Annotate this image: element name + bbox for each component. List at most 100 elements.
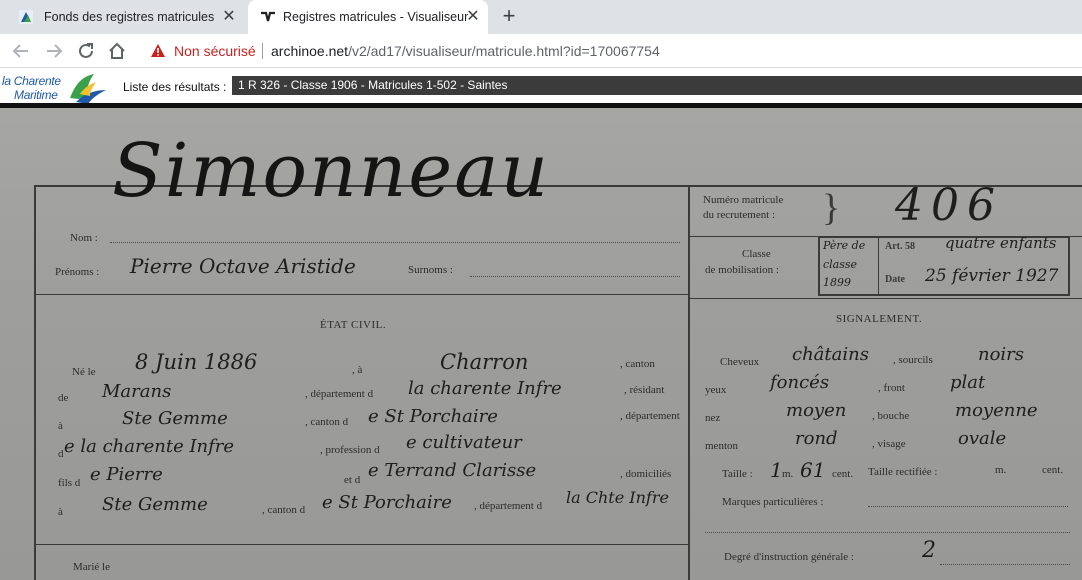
departement2-value: e la charente Infre bbox=[64, 436, 235, 457]
taille-rectifiee-m: m. bbox=[995, 464, 1007, 476]
back-icon[interactable] bbox=[10, 40, 32, 62]
frame-middle-line bbox=[688, 185, 690, 580]
domicile-value: Ste Gemme bbox=[102, 494, 208, 515]
document-viewer[interactable]: Simonneau Nom : Prénoms : Pierre Octave … bbox=[0, 108, 1082, 580]
browser-toolbar: Non sécurisé archinoe.net/v2/ad17/visual… bbox=[0, 34, 1082, 68]
frame-left-line bbox=[34, 185, 36, 580]
a3-label: à bbox=[58, 506, 63, 518]
canton3-value: e St Porchaire bbox=[322, 492, 452, 513]
canton3-label: , canton d bbox=[262, 504, 306, 516]
a2-label: à bbox=[58, 420, 63, 432]
degre-label: Degré d'instruction générale : bbox=[724, 551, 854, 563]
reload-icon[interactable] bbox=[75, 40, 97, 62]
tab-fonds-registres[interactable]: Fonds des registres matricules ✕ bbox=[0, 0, 244, 34]
tab-title: Fonds des registres matricules bbox=[44, 10, 215, 24]
warning-icon[interactable] bbox=[150, 43, 166, 59]
logo-bird-icon bbox=[70, 74, 106, 104]
forward-icon[interactable] bbox=[43, 40, 65, 62]
ne-le-value: 8 Juin 1886 bbox=[135, 350, 258, 374]
url-path: /v2/ad17/visualiseur/matricule.html?id=1… bbox=[348, 43, 660, 59]
classe-label-line1: Classe bbox=[742, 248, 771, 260]
menton-label: menton bbox=[705, 440, 738, 452]
taille-rectifiee-label: Taille rectifiée : bbox=[868, 466, 938, 478]
sourcils-label: , sourcils bbox=[893, 354, 933, 366]
numero-label-line2: du recrutement : bbox=[703, 209, 776, 221]
departement-label: , département d bbox=[305, 388, 374, 400]
menton-value: rond bbox=[795, 428, 838, 449]
departement-value: la charente Infre bbox=[408, 378, 562, 399]
name-value: Simonneau bbox=[112, 128, 550, 214]
nom-dotted-line bbox=[110, 242, 680, 243]
taille-rectifiee-cm: cent. bbox=[1042, 464, 1064, 476]
bouche-label: , bouche bbox=[872, 410, 910, 422]
numero-brace: } bbox=[822, 187, 841, 229]
frame-name-divider bbox=[36, 294, 688, 295]
canton-value: Marans bbox=[102, 381, 172, 402]
site-logo[interactable]: la Charente Maritime bbox=[2, 72, 110, 106]
marques-dotted-line bbox=[868, 506, 1068, 507]
results-label: Liste des résultats : bbox=[123, 80, 227, 94]
taille-cm-value: 61 bbox=[800, 458, 826, 482]
frame-classe-divider bbox=[690, 298, 1082, 299]
stamp-date-label: Date bbox=[885, 274, 905, 285]
bouche-value: moyenne bbox=[955, 400, 1038, 421]
a-label: , à bbox=[352, 364, 363, 376]
classe-label-line2: de mobilisation : bbox=[705, 264, 779, 276]
taille-m-value: 1 bbox=[770, 458, 783, 482]
cheveux-label: Cheveux bbox=[720, 356, 760, 368]
etat-civil-title: ÉTAT CIVIL. bbox=[320, 319, 387, 331]
residant-value: Ste Gemme bbox=[122, 408, 228, 429]
front-label: , front bbox=[878, 382, 905, 394]
favicon-visualiseur-icon bbox=[260, 9, 276, 25]
residant-label: , résidant bbox=[624, 384, 665, 396]
taille-cm-unit: cent. bbox=[832, 468, 854, 480]
taille-m-unit: m. bbox=[782, 468, 794, 480]
home-icon[interactable] bbox=[106, 40, 128, 62]
profession-label: , profession d bbox=[320, 444, 380, 456]
stamp-art: Art. 58 bbox=[885, 241, 915, 252]
visage-value: ovale bbox=[958, 428, 1007, 449]
frame-marie-divider bbox=[36, 544, 688, 545]
prenoms-label: Prénoms : bbox=[55, 266, 100, 278]
address-bar[interactable]: archinoe.net/v2/ad17/visualiseur/matricu… bbox=[271, 42, 660, 60]
results-selector[interactable]: 1 R 326 - Classe 1906 - Matricules 1-502… bbox=[232, 76, 1082, 95]
visage-label: , visage bbox=[872, 438, 906, 450]
numero-label-line1: Numéro matricule bbox=[703, 194, 784, 206]
close-icon[interactable]: ✕ bbox=[220, 8, 238, 26]
stamp-divider bbox=[878, 238, 879, 294]
separator bbox=[262, 43, 263, 59]
cheveux-value: châtains bbox=[792, 344, 869, 365]
degre-value: 2 bbox=[922, 538, 936, 563]
results-value: 1 R 326 - Classe 1906 - Matricules 1-502… bbox=[238, 78, 508, 92]
site-header: la Charente Maritime Liste des résultats… bbox=[0, 68, 1082, 104]
taille-label: Taille : bbox=[722, 468, 753, 480]
surnoms-dotted-line bbox=[470, 276, 680, 277]
stamp-children: quatre enfants bbox=[945, 234, 1057, 252]
new-tab-icon[interactable]: + bbox=[498, 5, 520, 28]
yeux-label: yeux bbox=[705, 384, 727, 396]
sourcils-value: noirs bbox=[978, 344, 1025, 365]
stamp-line3: 1899 bbox=[823, 276, 851, 289]
nez-value: moyen bbox=[786, 400, 847, 421]
prenoms-value: Pierre Octave Aristide bbox=[130, 254, 356, 278]
father-value: e Pierre bbox=[90, 464, 163, 485]
close-icon[interactable]: ✕ bbox=[464, 8, 482, 26]
mother-value: e Terrand Clarisse bbox=[368, 460, 537, 481]
et-label: et d bbox=[344, 474, 361, 486]
canton-label: , canton bbox=[620, 358, 655, 370]
favicon-archinoe-icon bbox=[18, 9, 34, 25]
marques-dotted-line-2 bbox=[705, 532, 1070, 533]
marques-label: Marques particulières : bbox=[722, 496, 824, 508]
tab-strip: Fonds des registres matricules ✕ Registr… bbox=[0, 0, 1082, 34]
tab-visualiseur[interactable]: Registres matricules - Visualiseur ✕ bbox=[248, 0, 488, 34]
departement3-value: la Chte Infre bbox=[566, 488, 669, 507]
nom-label: Nom : bbox=[70, 232, 98, 244]
stamp-date: 25 février 1927 bbox=[925, 266, 1059, 286]
degre-dotted-line bbox=[940, 564, 1070, 565]
stamp-line2: classe bbox=[823, 258, 858, 271]
profession-value: e cultivateur bbox=[406, 432, 522, 453]
security-label[interactable]: Non sécurisé bbox=[174, 42, 256, 60]
d-label: d bbox=[58, 448, 64, 460]
domicilies-label: , domiciliés bbox=[620, 468, 672, 480]
url-host: archinoe.net bbox=[271, 43, 349, 59]
